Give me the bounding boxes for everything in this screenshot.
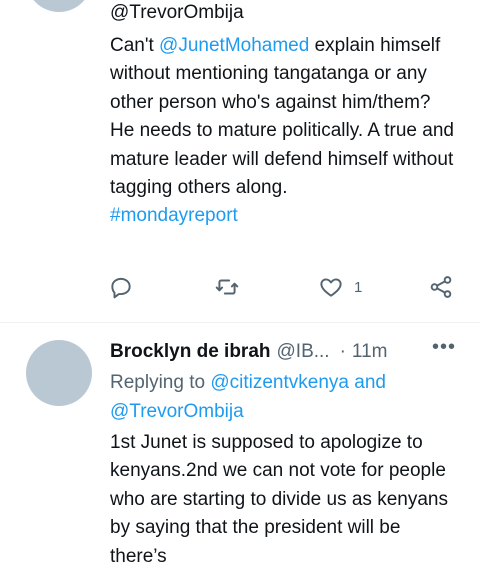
replying-to-handle[interactable]: @TrevorOmbija [110,0,455,26]
replying-to-handle[interactable]: @TrevorOmbija [110,401,244,422]
tweet-header: Brocklyn de ibrah @IB... · 11m [110,338,465,366]
share-icon [430,276,452,298]
avatar[interactable] [26,340,92,406]
tweet-divider [0,322,480,323]
replying-to: Replying to @citizentvkenya and @TrevorO… [110,369,450,426]
share-button[interactable] [428,274,454,300]
replying-to-handle[interactable]: @citizentvkenya [210,372,349,393]
tweet-text: 1st Junet is supposed to apologize to ke… [110,432,448,567]
reply-button[interactable] [108,274,134,300]
heart-icon [320,278,342,297]
like-count: 1 [354,278,363,296]
more-options-icon[interactable]: ••• [432,336,456,359]
retweet-icon [215,279,239,295]
replying-to-label: Replying to [110,372,211,393]
tweet-time[interactable]: 11m [352,338,388,366]
tweet-actions: 1 [108,274,460,306]
reply-icon [111,277,131,299]
author-handle[interactable]: @IB... [277,338,330,366]
like-button[interactable]: 1 [318,274,362,300]
tweet-text-pre: Can't [110,35,160,56]
separator: · [339,341,346,362]
tweet-text-post: explain himself without mentioning tanga… [110,35,454,199]
author-name[interactable]: Brocklyn de ibrah [110,338,271,366]
tweet-text: Can't @JunetMohamed explain himself with… [110,32,455,231]
retweet-button[interactable] [214,274,240,300]
avatar[interactable] [26,0,92,12]
hashtag-link[interactable]: #mondayreport [110,205,238,226]
replying-to-and: and [348,372,386,393]
mention-link[interactable]: @JunetMohamed [159,35,309,56]
